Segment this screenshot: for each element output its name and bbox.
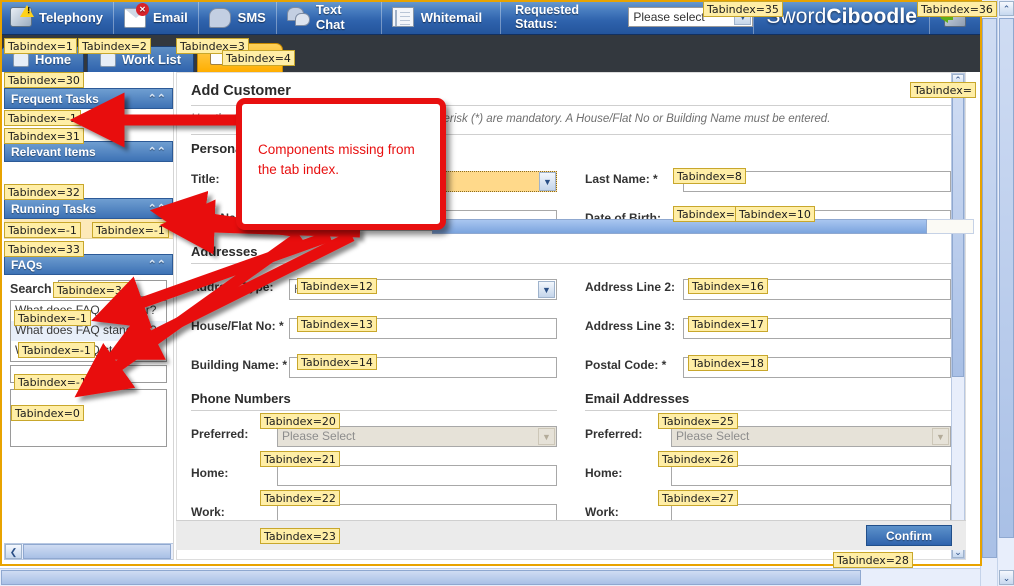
tabindex-badge-email-home: Tabindex=26 — [658, 451, 738, 467]
tabindex-badge-faq-input: Tabindex=0 — [11, 405, 84, 421]
tabindex-badge-phone-home: Tabindex=21 — [260, 451, 340, 467]
tabindex-badge-faq-item-3: Tabindex=-1 — [14, 374, 91, 390]
tabindex-badge-status: Tabindex=35 — [703, 1, 783, 17]
tabindex-badge-tab-home: Tabindex=1 — [4, 38, 77, 54]
tabindex-badge-running-item-a: Tabindex=-1 — [4, 222, 81, 238]
tabindex-badge-phone-work: Tabindex=22 — [260, 490, 340, 506]
scroll-down-arrow-icon[interactable]: ⌄ — [999, 570, 1014, 585]
tabindex-badge-form-top-right: Tabindex= — [910, 82, 976, 98]
annotation-callout: Components missing from the tab index. — [236, 98, 446, 230]
tabindex-badge-faq-search: Tabindex=34 — [53, 282, 133, 298]
tabindex-badge-faq-item-1: Tabindex=-1 — [14, 310, 91, 326]
tabindex-badge-confirm: Tabindex=28 — [833, 552, 913, 568]
tabindex-badge-email-work: Tabindex=27 — [658, 490, 738, 506]
inner-vscroll-thumb[interactable] — [982, 18, 997, 558]
tabindex-badge-building-name: Tabindex=14 — [297, 354, 377, 370]
tabindex-badge-phone-extra: Tabindex=23 — [260, 528, 340, 544]
tabindex-badge-postal-code: Tabindex=18 — [688, 355, 768, 371]
outer-vscroll-thumb[interactable] — [999, 18, 1014, 538]
tabindex-badge-house-flat: Tabindex=13 — [297, 316, 377, 332]
annotation-callout-line-2: the tab index. — [258, 162, 340, 177]
outer-vscrollbar[interactable]: ⌃ ⌄ — [997, 0, 1014, 586]
tabindex-badge-relevant-items: Tabindex=31 — [4, 128, 84, 144]
annotation-callout-text: Components missing from the tab index. — [242, 104, 440, 180]
tabindex-badge-address-line-2: Tabindex=16 — [688, 278, 768, 294]
tabindex-badge-address-line-3: Tabindex=17 — [688, 316, 768, 332]
tabindex-badge-faqs: Tabindex=33 — [4, 241, 84, 257]
tabindex-badge-tab-worklist: Tabindex=2 — [78, 38, 151, 54]
tabindex-badge-phone-preferred: Tabindex=20 — [260, 413, 340, 429]
tabindex-badge-running-tasks: Tabindex=32 — [4, 184, 84, 200]
application-window: Telephony Email SMS Text Chat Whitemail … — [0, 0, 1014, 586]
tabindex-badge-frequent-item: Tabindex=-1 — [4, 110, 81, 126]
tabindex-badge-last-name: Tabindex=8 — [673, 168, 746, 184]
scroll-up-arrow-icon[interactable]: ⌃ — [999, 1, 1014, 16]
tabindex-badge-frequent-tasks: Tabindex=30 — [4, 72, 84, 88]
tabindex-badge-faq-item-2: Tabindex=-1 — [18, 342, 95, 358]
tabindex-badge-address-type: Tabindex=12 — [297, 278, 377, 294]
tabindex-badge-email-preferred: Tabindex=25 — [658, 413, 738, 429]
application-frame — [0, 0, 982, 566]
window-hscrollbar[interactable] — [0, 568, 980, 586]
annotation-callout-line-1: Components missing from — [258, 142, 415, 157]
tabindex-badge-tab-close: Tabindex=4 — [222, 50, 295, 66]
tabindex-badge-running-item-b: Tabindex=-1 — [92, 222, 169, 238]
window-hscroll-thumb[interactable] — [1, 570, 861, 585]
inner-vscrollbar[interactable]: ⌃ — [980, 0, 997, 586]
tabindex-badge-dob-b: Tabindex=10 — [735, 206, 815, 222]
tabindex-badge-logout: Tabindex=36 — [917, 1, 997, 17]
